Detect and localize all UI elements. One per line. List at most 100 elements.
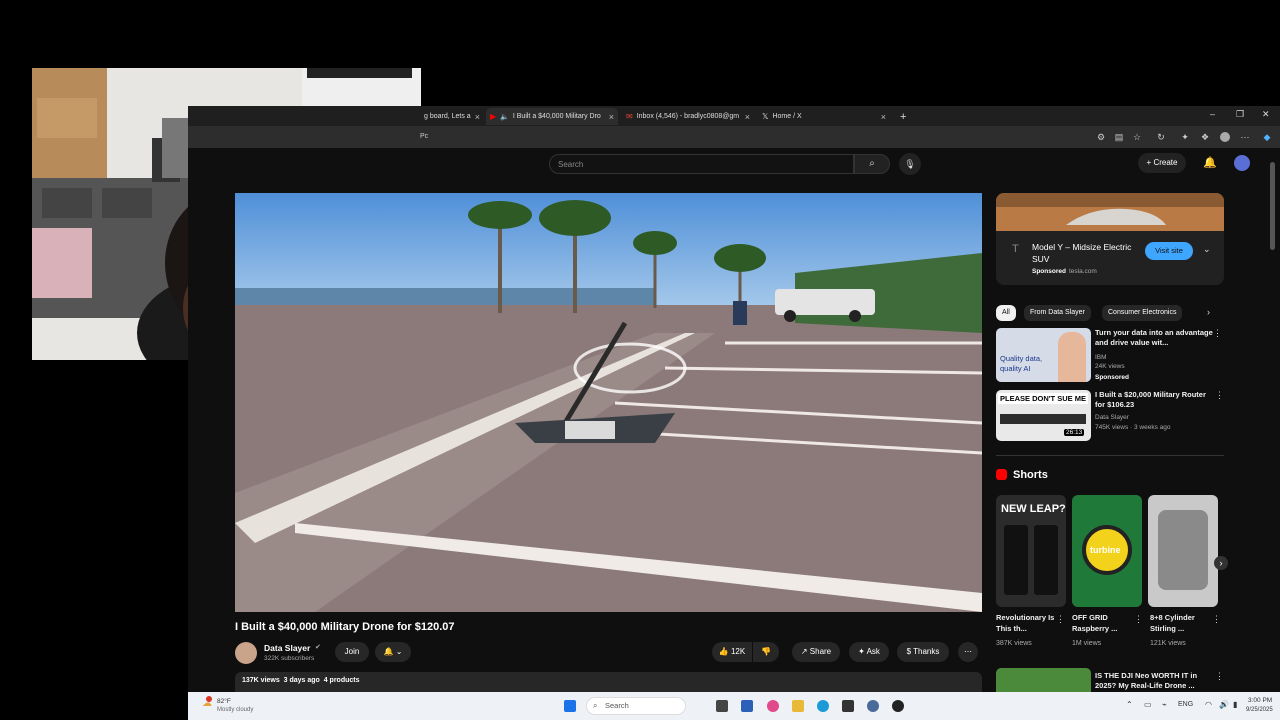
join-button[interactable]: Join xyxy=(335,642,369,662)
chip-all[interactable]: All xyxy=(996,305,1016,321)
new-tab-button[interactable]: + xyxy=(896,108,910,125)
weather-temp: 82°F xyxy=(217,698,231,705)
short-thumbnail-3[interactable] xyxy=(1148,495,1218,607)
share-button[interactable]: ↗ Share xyxy=(792,642,840,662)
battery-icon[interactable]: ▮ xyxy=(1233,700,1237,709)
thanks-label: Thanks xyxy=(913,647,940,656)
task-view-icon[interactable] xyxy=(716,700,728,712)
tray-usb-icon[interactable]: ⌁ xyxy=(1162,700,1167,709)
kebab-menu-icon[interactable]: ⋮ xyxy=(1212,614,1221,625)
rec-thumbnail-1[interactable]: Quality data, quality AI xyxy=(996,328,1091,382)
copilot-app-icon[interactable] xyxy=(767,700,779,712)
minimize-icon[interactable]: – xyxy=(1210,109,1215,119)
thanks-button[interactable]: $ Thanks xyxy=(897,642,949,662)
reader-icon[interactable]: ▤ xyxy=(1114,132,1124,142)
thumb-person xyxy=(1058,332,1086,382)
rec-thumbnail-2[interactable]: PLEASE DON'T SUE ME 26:13 xyxy=(996,390,1091,441)
search-icon[interactable]: ⌕ xyxy=(854,154,890,174)
bell-icon[interactable]: 🔔 xyxy=(1203,156,1217,169)
rec-title-2[interactable]: I Built a $20,000 Military Router for $1… xyxy=(1095,390,1215,410)
tab-bar: g board, Lets a × ▶ 🔈 I Built a $40,000 … xyxy=(188,106,1280,126)
search-input[interactable]: Search xyxy=(549,154,854,174)
taskbar-search-input[interactable]: ⌕ Search xyxy=(586,697,686,715)
like-count: 12K xyxy=(730,647,746,656)
close-tab-icon[interactable]: × xyxy=(745,112,754,122)
kebab-menu-icon[interactable]: ⋮ xyxy=(1056,614,1065,625)
wifi-icon[interactable]: ◠ xyxy=(1205,700,1212,709)
collections-icon[interactable]: ❖ xyxy=(1200,132,1210,142)
tab-3[interactable]: ✉ Inbox (4,546) - bradlyc0808@gm × xyxy=(622,108,754,125)
short-title-1[interactable]: Revolutionary Is This th... xyxy=(996,612,1058,634)
mic-icon[interactable]: 🎙 xyxy=(899,153,921,175)
address-bar[interactable]: Pc ⚙ ▤ ☆ ↻ ✦ ❖ ⋯ ◆ xyxy=(188,126,1280,148)
tab-1[interactable]: g board, Lets a × xyxy=(420,108,482,125)
tab-2-active[interactable]: ▶ 🔈 I Built a $40,000 Military Dro × xyxy=(486,108,618,125)
chip-from-channel[interactable]: From Data Slayer xyxy=(1024,305,1091,321)
windows-start-icon[interactable] xyxy=(564,700,576,712)
file-explorer-icon[interactable] xyxy=(792,700,804,712)
like-button[interactable]: 👍 12K xyxy=(712,642,752,662)
short-thumbnail-1[interactable]: NEW LEAP? xyxy=(996,495,1066,607)
clock-time[interactable]: 3:00 PM xyxy=(1248,697,1272,704)
description-box[interactable]: 137K views 3 days ago 4 products xyxy=(235,672,982,692)
ad-sponsored: Sponsored xyxy=(1032,268,1066,275)
channel-avatar[interactable] xyxy=(235,642,257,664)
thumb-text: PLEASE DON'T SUE ME xyxy=(998,393,1088,404)
refresh-icon[interactable]: ↻ xyxy=(1156,132,1166,142)
close-tab-icon[interactable]: × xyxy=(609,112,618,122)
shorts-next-icon[interactable]: › xyxy=(1214,556,1228,570)
settings-icon[interactable] xyxy=(867,700,879,712)
close-window-icon[interactable]: ✕ xyxy=(1262,109,1270,120)
dislike-icon[interactable]: 👎 xyxy=(753,642,779,662)
short-thumbnail-2[interactable]: turbine xyxy=(1072,495,1142,607)
extension-icon[interactable]: ⚙ xyxy=(1096,132,1106,142)
short-title-2[interactable]: OFF GRID Raspberry ... xyxy=(1072,612,1134,634)
shorts-heading: Shorts xyxy=(1013,469,1048,481)
kebab-menu-icon[interactable]: ⋮ xyxy=(1213,328,1222,339)
rec-sponsored-1: Sponsored xyxy=(1095,374,1129,381)
speaker-icon[interactable]: 🔈 xyxy=(500,113,509,121)
chevron-down-icon[interactable]: ⌄ xyxy=(1203,244,1211,255)
short-thumb-text: NEW LEAP? xyxy=(1001,503,1066,515)
volume-icon[interactable]: 🔊 xyxy=(1219,700,1229,709)
obs-icon[interactable] xyxy=(892,700,904,712)
short-thumb-board xyxy=(1004,525,1028,595)
store-icon[interactable] xyxy=(741,700,753,712)
more-menu-icon[interactable]: ⋯ xyxy=(1240,132,1250,142)
rec-title-3[interactable]: IS THE DJI Neo WORTH IT in 2025? My Real… xyxy=(1095,671,1220,691)
ask-button[interactable]: ✦ Ask xyxy=(849,642,889,662)
maximize-icon[interactable]: ❐ xyxy=(1236,109,1244,120)
tray-app-icon[interactable]: ▭ xyxy=(1144,700,1152,709)
scrollbar-thumb[interactable] xyxy=(1270,162,1275,250)
short-title-3[interactable]: 8+8 Cylinder Stirling ... xyxy=(1150,612,1212,634)
user-avatar[interactable] xyxy=(1234,155,1250,171)
create-label: Create xyxy=(1153,158,1178,167)
tab-4[interactable]: 𝕏 Home / X × xyxy=(758,108,890,125)
channel-name[interactable]: Data Slayer xyxy=(264,643,310,653)
favorite-icon[interactable]: ☆ xyxy=(1132,132,1142,142)
visit-site-button[interactable]: Visit site xyxy=(1145,242,1193,260)
language-indicator[interactable]: ENG xyxy=(1178,701,1193,708)
chip-consumer-electronics[interactable]: Consumer Electronics xyxy=(1102,305,1183,321)
close-tab-icon[interactable]: × xyxy=(475,112,482,122)
more-actions-icon[interactable]: ⋯ xyxy=(958,642,978,662)
copilot-icon[interactable]: ◆ xyxy=(1262,132,1272,142)
rec-thumbnail-3[interactable] xyxy=(996,668,1091,692)
chevron-right-icon[interactable]: › xyxy=(1207,307,1210,317)
rec-channel-2: Data Slayer xyxy=(1095,414,1129,421)
profile-avatar[interactable] xyxy=(1220,132,1230,142)
ad-card[interactable]: T Model Y – Midsize Electric SUV Sponsor… xyxy=(996,193,1224,285)
rec-title-1[interactable]: Turn your data into an advantage and dri… xyxy=(1095,328,1215,348)
kebab-menu-icon[interactable]: ⋮ xyxy=(1215,671,1224,682)
tray-chevron-icon[interactable]: ⌃ xyxy=(1126,700,1133,709)
kebab-menu-icon[interactable]: ⋮ xyxy=(1215,390,1224,401)
clock-date[interactable]: 9/25/2025 xyxy=(1246,707,1273,713)
edge-icon[interactable] xyxy=(817,700,829,712)
kebab-menu-icon[interactable]: ⋮ xyxy=(1134,614,1143,625)
close-tab-icon[interactable]: × xyxy=(881,112,890,122)
terminal-icon[interactable] xyxy=(842,700,854,712)
video-player[interactable] xyxy=(235,193,982,612)
notification-bell-button[interactable]: 🔔 ⌄ xyxy=(375,642,411,662)
create-button[interactable]: + Create xyxy=(1138,153,1186,173)
puzzle-icon[interactable]: ✦ xyxy=(1180,132,1190,142)
